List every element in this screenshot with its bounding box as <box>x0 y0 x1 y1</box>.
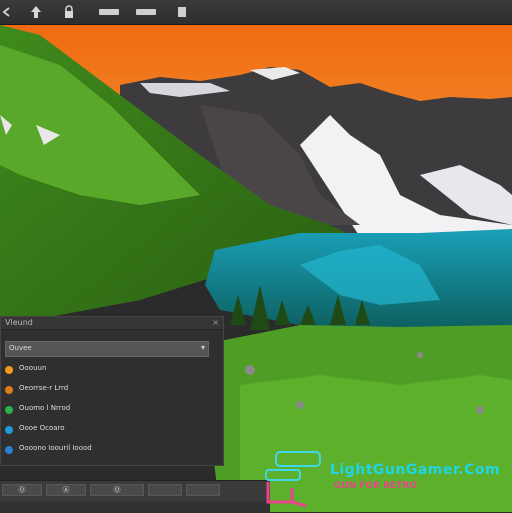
list-item[interactable]: Oooe Ocoaro <box>1 423 201 437</box>
panel-title: Vleund <box>5 318 33 327</box>
list-item[interactable]: Oooono Ioouril Ioood <box>1 443 201 457</box>
back-button[interactable] <box>0 4 12 20</box>
list-item-label: Oooe Ocoaro <box>19 424 65 432</box>
taskbar-strip <box>0 501 270 513</box>
taskbar: Ⓞ Ⓐ Ⓞ <box>0 480 270 513</box>
up-arrow-icon <box>31 6 41 18</box>
taskbar-button[interactable]: Ⓞ <box>90 484 144 496</box>
search-label: Ouvee <box>9 344 32 352</box>
list-item-label: Ouomo l Nrrod <box>19 404 71 412</box>
list-item-label: Oeorrse-r Lrrd <box>19 384 69 392</box>
light-gun-icon <box>265 451 321 508</box>
status-dot-icon <box>5 426 13 434</box>
minimize-button-2[interactable] <box>136 4 156 20</box>
status-dot-icon <box>5 366 13 374</box>
maximize-button[interactable] <box>177 4 187 20</box>
status-dot-icon <box>5 406 13 414</box>
list-item[interactable]: Ouomo l Nrrod <box>1 403 201 417</box>
taskbar-button[interactable]: Ⓐ <box>46 484 86 496</box>
close-icon[interactable]: × <box>212 318 219 327</box>
lock-button[interactable] <box>62 4 76 20</box>
list-item[interactable]: Ooouun <box>1 363 201 377</box>
list-item-label: Ooouun <box>19 364 47 372</box>
taskbar-button[interactable]: Ⓞ <box>2 484 42 496</box>
status-dot-icon <box>5 386 13 394</box>
chevron-down-icon[interactable]: ▾ <box>201 343 205 352</box>
watermark-subtext: GUN FOR RETRO <box>334 481 418 491</box>
list-item-label: Oooono Ioouril Ioood <box>19 444 92 452</box>
list-item[interactable]: Oeorrse-r Lrrd <box>1 383 201 397</box>
taskbar-button[interactable] <box>148 484 182 496</box>
minimize-icon <box>136 9 156 15</box>
side-panel: Vleund × Ouvee ▾ Ooouun Oeorrse-r Lrrd O… <box>0 316 224 466</box>
watermark-text: LightGunGamer.Com <box>330 462 501 478</box>
panel-search-field[interactable]: Ouvee ▾ <box>5 341 209 357</box>
minimize-icon <box>99 9 119 15</box>
panel-header: Vleund × <box>1 317 223 330</box>
square-icon <box>178 7 186 17</box>
minimize-button[interactable] <box>99 4 119 20</box>
taskbar-button[interactable] <box>186 484 220 496</box>
watermark-logo: LightGunGamer.Com GUN FOR RETRO <box>260 446 512 512</box>
up-button[interactable] <box>29 4 43 20</box>
status-dot-icon <box>5 446 13 454</box>
arrow-left-icon <box>2 7 10 17</box>
top-toolbar <box>0 0 512 25</box>
lock-icon <box>65 5 73 18</box>
